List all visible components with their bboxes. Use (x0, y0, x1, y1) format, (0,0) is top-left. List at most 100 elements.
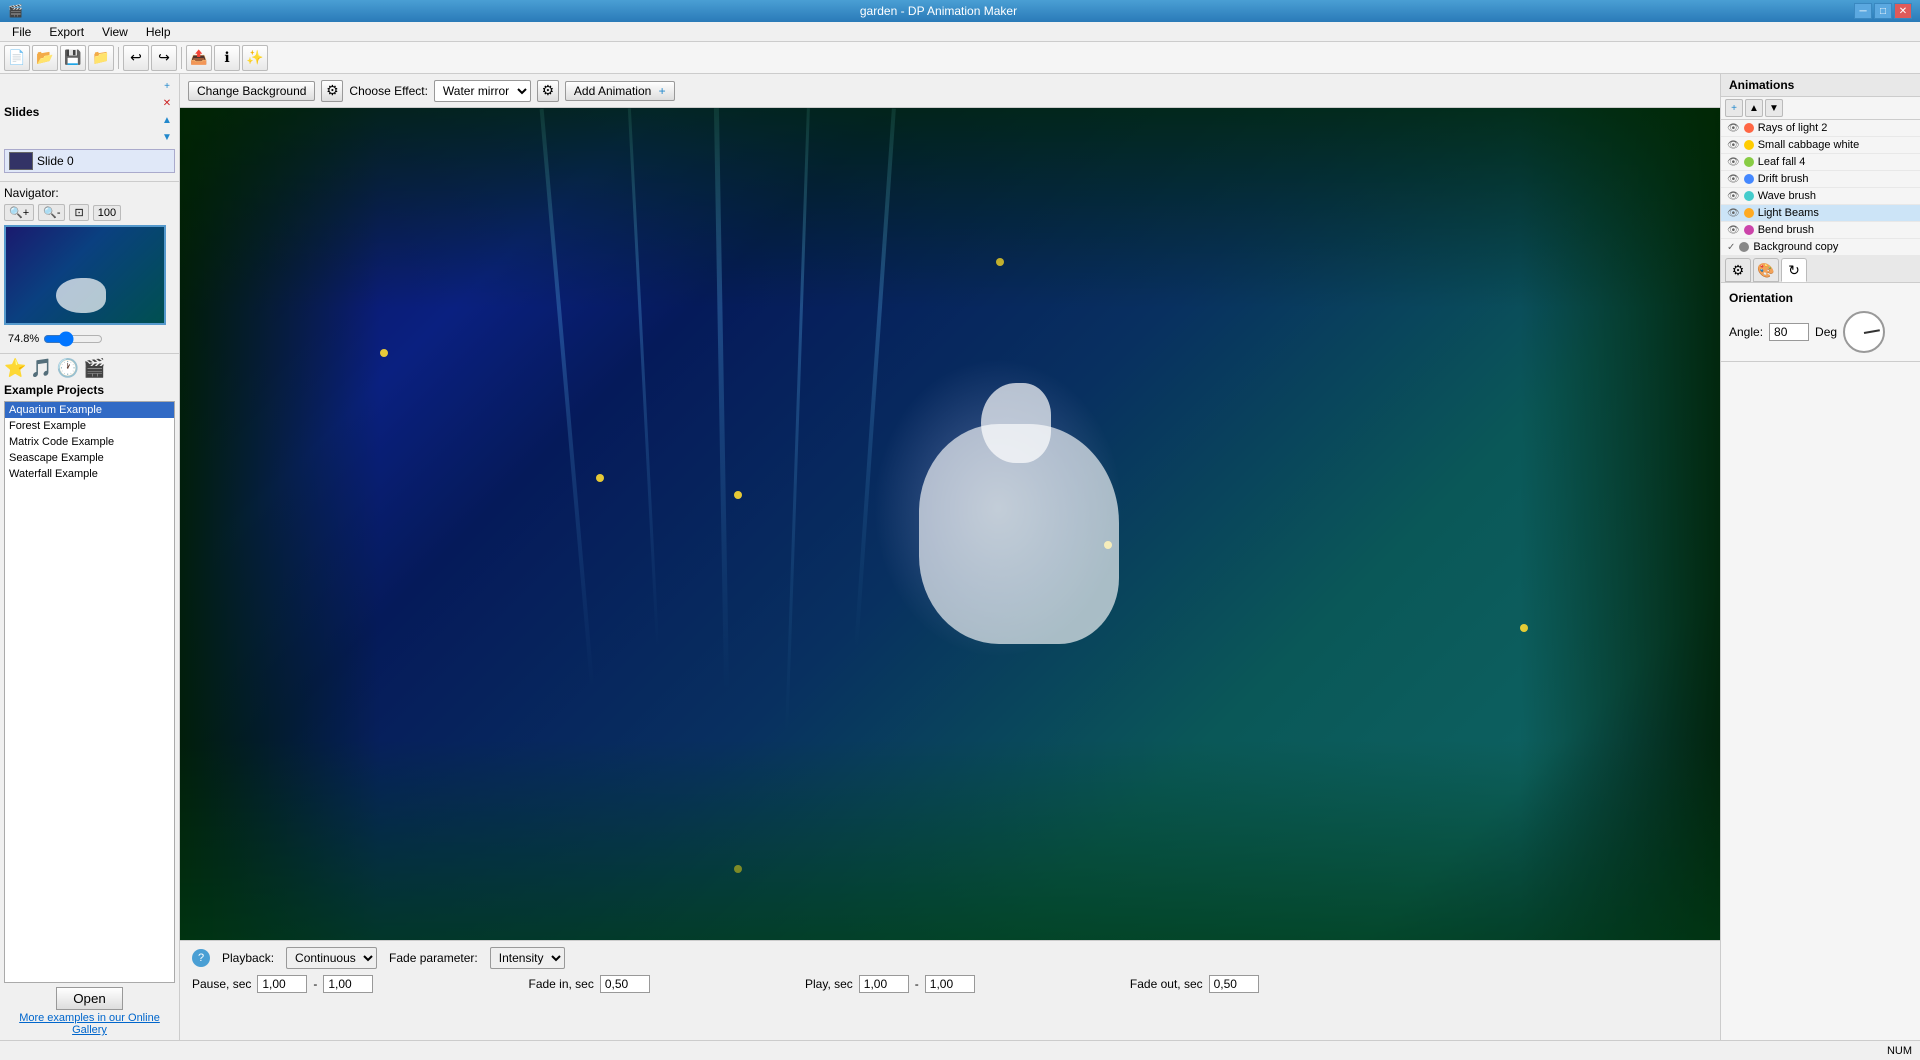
pause-from-input[interactable] (257, 975, 307, 993)
effect-select[interactable]: Water mirror None Blur Ripple (434, 80, 531, 102)
new-button[interactable]: 📄 (4, 45, 30, 71)
undo-button[interactable]: ↩ (123, 45, 149, 71)
example-item-4[interactable]: Waterfall Example (5, 466, 174, 482)
add-slide-button[interactable]: + (159, 78, 175, 94)
anim-name-4: Wave brush (1758, 190, 1914, 202)
close-button[interactable]: ✕ (1894, 3, 1912, 19)
example-item-2[interactable]: Matrix Code Example (5, 434, 174, 450)
save-button[interactable]: 💾 (60, 45, 86, 71)
slide-down-button[interactable]: ▼ (159, 129, 175, 145)
remove-slide-button[interactable]: ✕ (159, 95, 175, 111)
anim-item-7[interactable]: ✓ Background copy (1721, 239, 1920, 256)
add-animation-plus-icon: + (659, 84, 666, 98)
angle-dial[interactable] (1843, 311, 1885, 353)
playback-select[interactable]: Continuous Once Ping-pong (286, 947, 377, 969)
anim-eye-icon-3[interactable]: 👁 (1727, 174, 1740, 185)
move-up-animation-button[interactable]: ▲ (1745, 99, 1763, 117)
video-icon[interactable]: 🎬 (83, 358, 105, 379)
navigator-label: Navigator: (4, 186, 175, 200)
open-button[interactable]: 📂 (32, 45, 58, 71)
left-panel: Slides + ✕ ▲ ▼ Slide 0 Navigator: 🔍+ 🔍- (0, 74, 180, 1040)
example-item-3[interactable]: Seascape Example (5, 450, 174, 466)
slide-item[interactable]: Slide 0 (4, 149, 175, 173)
anim-eye-icon-4[interactable]: 👁 (1727, 191, 1740, 202)
choose-effect-label: Choose Effect: (349, 84, 428, 98)
fade-out-input[interactable] (1209, 975, 1259, 993)
slides-header: Slides + ✕ ▲ ▼ (4, 78, 175, 145)
magic-button[interactable]: ✨ (242, 45, 268, 71)
props-tab-color[interactable]: 🎨 (1753, 258, 1779, 282)
app-icon: 🎬 (8, 4, 23, 18)
anim-item-0[interactable]: 👁 Rays of light 2 (1721, 120, 1920, 137)
clock-icon[interactable]: 🕐 (57, 358, 79, 379)
title-bar: 🎬 garden - DP Animation Maker ─ □ ✕ (0, 0, 1920, 22)
publish-button[interactable]: 📤 (186, 45, 212, 71)
effect-settings-icon[interactable]: ⚙ (537, 80, 559, 102)
navigator-section: Navigator: 🔍+ 🔍- ⊡ 100 74.8% (0, 181, 179, 353)
zoom-out-button[interactable]: 🔍- (38, 204, 65, 221)
redo-button[interactable]: ↪ (151, 45, 177, 71)
background-settings-icon[interactable]: ⚙ (321, 80, 343, 102)
anim-eye-icon-6[interactable]: 👁 (1727, 225, 1740, 236)
menu-export[interactable]: Export (41, 23, 92, 41)
animations-list-controls: + ▲ ▼ (1721, 97, 1920, 120)
maximize-button[interactable]: □ (1874, 3, 1892, 19)
status-text: NUM (1887, 1045, 1912, 1057)
play-from-input[interactable] (859, 975, 909, 993)
fade-in-input[interactable] (600, 975, 650, 993)
fade-param-select[interactable]: Intensity Size Speed (490, 947, 565, 969)
example-item-1[interactable]: Forest Example (5, 418, 174, 434)
open-example-button[interactable]: Open (56, 987, 123, 1010)
change-background-button[interactable]: Change Background (188, 81, 315, 101)
menu-help[interactable]: Help (138, 23, 179, 41)
anim-eye-icon-7[interactable]: ✓ (1727, 242, 1735, 253)
anim-color-3 (1744, 174, 1754, 184)
zoom-100-button[interactable]: 100 (93, 205, 121, 221)
help-icon[interactable]: ? (192, 949, 210, 967)
anim-item-2[interactable]: 👁 Leaf fall 4 (1721, 154, 1920, 171)
favorites-icon[interactable]: ⭐ (4, 358, 26, 379)
effect-bar: Change Background ⚙ Choose Effect: Water… (180, 74, 1720, 108)
anim-eye-icon-2[interactable]: 👁 (1727, 157, 1740, 168)
anim-color-2 (1744, 157, 1754, 167)
open-project-button[interactable]: 📁 (88, 45, 114, 71)
anim-item-3[interactable]: 👁 Drift brush (1721, 171, 1920, 188)
particle-1 (380, 349, 388, 357)
menu-view[interactable]: View (94, 23, 136, 41)
more-examples-link[interactable]: More examples in our Online Gallery (4, 1012, 175, 1036)
slide-list: Slide 0 (4, 149, 175, 173)
anim-item-4[interactable]: 👁 Wave brush (1721, 188, 1920, 205)
anim-item-5[interactable]: 👁 Light Beams (1721, 205, 1920, 222)
music-icon[interactable]: 🎵 (30, 358, 52, 379)
slide-up-button[interactable]: ▲ (159, 112, 175, 128)
anim-eye-icon-5[interactable]: 👁 (1727, 208, 1740, 219)
anim-name-6: Bend brush (1758, 224, 1914, 236)
anim-item-6[interactable]: 👁 Bend brush (1721, 222, 1920, 239)
play-to-input[interactable] (925, 975, 975, 993)
add-animation-ctrl-button[interactable]: + (1725, 99, 1743, 117)
minimize-button[interactable]: ─ (1854, 3, 1872, 19)
move-down-animation-button[interactable]: ▼ (1765, 99, 1783, 117)
anim-eye-icon-0[interactable]: 👁 (1727, 123, 1740, 134)
example-item-0[interactable]: Aquarium Example (5, 402, 174, 418)
anim-eye-icon-1[interactable]: 👁 (1727, 140, 1740, 151)
navigator-thumbnail (4, 225, 166, 325)
fade-out-field: Fade out, sec (1130, 975, 1398, 993)
nav-unicorn-preview (56, 278, 106, 313)
slides-controls: + ✕ ▲ ▼ (159, 78, 175, 145)
zoom-in-button[interactable]: 🔍+ (4, 204, 34, 221)
anim-name-3: Drift brush (1758, 173, 1914, 185)
add-animation-button[interactable]: Add Animation + (565, 81, 675, 101)
pause-to-input[interactable] (323, 975, 373, 993)
angle-input[interactable] (1769, 323, 1809, 341)
props-tab-settings[interactable]: ⚙ (1725, 258, 1751, 282)
animations-title: Animations (1729, 78, 1794, 92)
props-tab-rotation[interactable]: ↻ (1781, 258, 1807, 282)
dial-arrow (1864, 329, 1880, 334)
info-button[interactable]: ℹ (214, 45, 240, 71)
fit-button[interactable]: ⊡ (69, 204, 88, 221)
playback-top: ? Playback: Continuous Once Ping-pong Fa… (192, 947, 1708, 969)
zoom-slider[interactable] (43, 331, 103, 347)
anim-item-1[interactable]: 👁 Small cabbage white (1721, 137, 1920, 154)
menu-file[interactable]: File (4, 23, 39, 41)
